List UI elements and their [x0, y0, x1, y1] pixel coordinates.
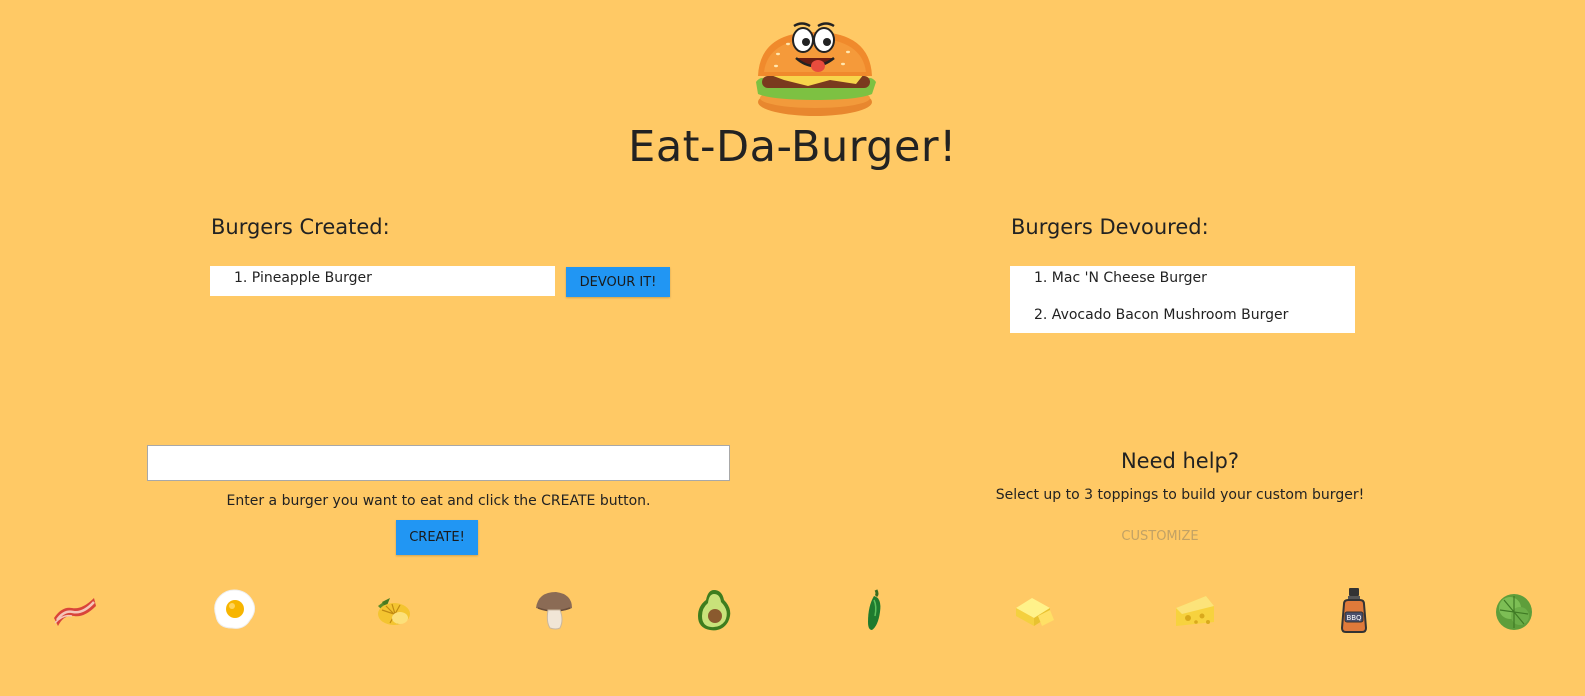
bacon-icon[interactable] [48, 584, 100, 636]
cheese-icon[interactable] [1168, 584, 1220, 636]
mushroom-icon[interactable] [528, 584, 580, 636]
list-item: 1. Mac 'N Cheese Burger [1034, 270, 1207, 286]
customize-button[interactable]: CUSTOMIZE [1095, 529, 1225, 544]
svg-text:BBQ: BBQ [1346, 614, 1362, 622]
list-item: 1. Pineapple Burger [234, 270, 372, 286]
devour-button[interactable]: DEVOUR IT! [566, 267, 670, 297]
avocado-icon[interactable] [688, 584, 740, 636]
jalapeno-icon[interactable] [848, 584, 900, 636]
page-title: Eat-Da-Burger! [628, 122, 957, 172]
pineapple-icon[interactable] [368, 584, 420, 636]
help-subtitle: Select up to 3 toppings to build your cu… [995, 487, 1365, 503]
fried-egg-icon[interactable] [208, 584, 260, 636]
burger-name-input[interactable] [147, 445, 730, 481]
butter-icon[interactable] [1008, 584, 1060, 636]
lettuce-icon[interactable] [1488, 584, 1540, 636]
create-button[interactable]: CREATE! [396, 520, 478, 555]
burgers-devoured-heading: Burgers Devoured: [1011, 215, 1209, 239]
bbq-sauce-icon[interactable]: BBQ [1328, 584, 1380, 636]
create-hint: Enter a burger you want to eat and click… [226, 493, 651, 509]
list-item: 2. Avocado Bacon Mushroom Burger [1034, 307, 1289, 323]
need-help-heading: Need help? [1120, 449, 1240, 473]
burgers-created-list: 1. Pineapple Burger [210, 266, 555, 296]
smiling-burger-logo-icon [748, 18, 883, 118]
burgers-devoured-list: 1. Mac 'N Cheese Burger 2. Avocado Bacon… [1010, 266, 1355, 333]
burgers-created-heading: Burgers Created: [211, 215, 390, 239]
